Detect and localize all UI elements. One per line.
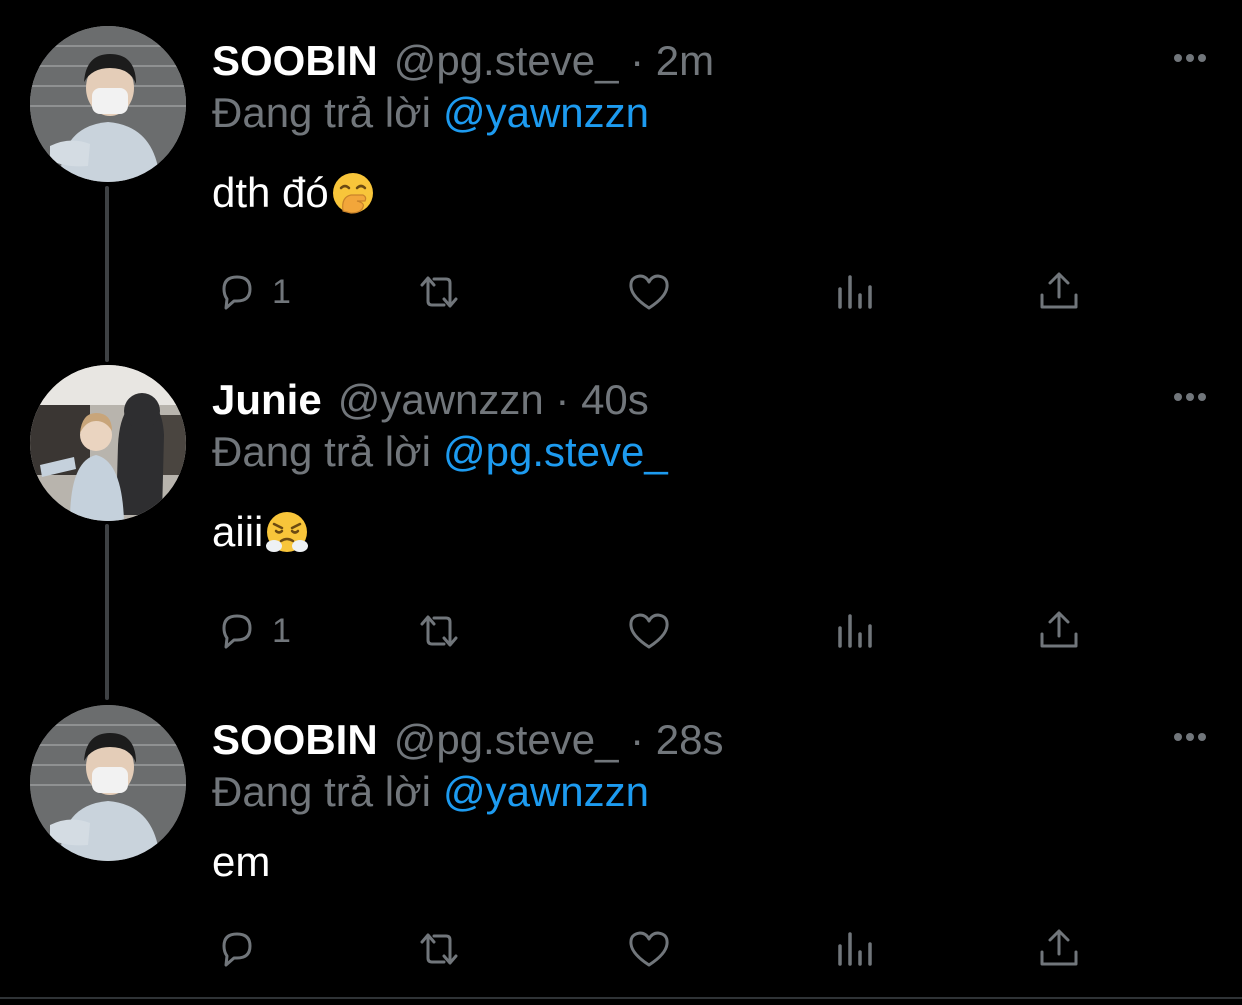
handle-and-time[interactable]: @pg.steve_ · 28s — [394, 715, 724, 765]
retweet-button[interactable] — [414, 919, 464, 979]
replying-to-line: Đang trả lời @yawnzzn — [212, 88, 649, 138]
speech-bubble-icon — [222, 932, 252, 967]
replying-to-line: Đang trả lời @yawnzzn — [212, 767, 649, 817]
bar-chart-icon — [838, 932, 872, 966]
bar-chart-icon — [838, 275, 872, 309]
tweet-actions: 1 — [212, 601, 1112, 661]
avatar[interactable] — [30, 365, 186, 521]
retweet-button[interactable] — [414, 262, 464, 322]
retweet-icon — [420, 933, 458, 965]
retweet-button[interactable] — [414, 601, 464, 661]
display-name[interactable]: SOOBIN — [212, 715, 378, 765]
like-button[interactable] — [624, 601, 674, 661]
share-button[interactable] — [1034, 601, 1084, 661]
ellipsis-icon — [1174, 733, 1206, 741]
tweet-text: em — [212, 837, 270, 887]
ellipsis-icon — [1174, 393, 1206, 401]
speech-bubble-icon — [222, 614, 252, 649]
face-with-steam-emoji — [265, 510, 309, 554]
bar-chart-icon — [838, 614, 872, 648]
reply-button[interactable]: 1 — [212, 601, 291, 661]
tweet-header: Junie @yawnzzn · 40s — [212, 375, 649, 425]
speech-bubble-icon — [222, 275, 252, 310]
reply-count: 1 — [272, 611, 291, 650]
tweet-text-content: aiii — [212, 508, 264, 555]
retweet-icon — [420, 615, 458, 647]
heart-icon — [629, 274, 669, 310]
views-button[interactable] — [830, 262, 880, 322]
mention-link[interactable]: @pg.steve_ — [443, 428, 668, 475]
more-options-button[interactable] — [1170, 725, 1210, 749]
tweet-text-content: dth đó — [212, 169, 329, 216]
views-button[interactable] — [830, 919, 880, 979]
mention-link[interactable]: @yawnzzn — [443, 768, 649, 815]
thread-connector-line — [105, 186, 109, 362]
share-upload-icon — [1040, 929, 1078, 966]
avatar[interactable] — [30, 705, 186, 861]
heart-icon — [629, 931, 669, 967]
retweet-icon — [420, 276, 458, 308]
tweet-text-content: em — [212, 838, 271, 885]
tweet-actions: 1 — [212, 262, 1112, 322]
like-button[interactable] — [624, 262, 674, 322]
tweet-text: dth đó — [212, 168, 375, 218]
heart-icon — [629, 613, 669, 649]
mention-link[interactable]: @yawnzzn — [443, 89, 649, 136]
avatar[interactable] — [30, 26, 186, 182]
replying-prefix: Đang trả lời — [212, 768, 431, 815]
tweet-header: SOOBIN @pg.steve_ · 2m — [212, 36, 714, 86]
handle-and-time[interactable]: @yawnzzn · 40s — [338, 375, 649, 425]
tweet-text: aiii — [212, 507, 309, 557]
tweet-header: SOOBIN @pg.steve_ · 28s — [212, 715, 724, 765]
hand-over-mouth-emoji — [331, 171, 375, 215]
thread-connector-line — [105, 524, 109, 700]
display-name[interactable]: Junie — [212, 375, 322, 425]
replying-to-line: Đang trả lời @pg.steve_ — [212, 427, 668, 477]
reply-count: 1 — [272, 272, 291, 311]
display-name[interactable]: SOOBIN — [212, 36, 378, 86]
share-button[interactable] — [1034, 919, 1084, 979]
bottom-divider — [0, 997, 1242, 999]
share-button[interactable] — [1034, 262, 1084, 322]
share-upload-icon — [1040, 611, 1078, 648]
handle-and-time[interactable]: @pg.steve_ · 2m — [394, 36, 714, 86]
replying-prefix: Đang trả lời — [212, 428, 431, 475]
share-upload-icon — [1040, 272, 1078, 309]
replying-prefix: Đang trả lời — [212, 89, 431, 136]
ellipsis-icon — [1174, 54, 1206, 62]
reply-button[interactable]: 1 — [212, 262, 291, 322]
reply-button[interactable] — [212, 919, 272, 979]
more-options-button[interactable] — [1170, 46, 1210, 70]
views-button[interactable] — [830, 601, 880, 661]
tweet-actions — [212, 919, 1112, 979]
like-button[interactable] — [624, 919, 674, 979]
more-options-button[interactable] — [1170, 385, 1210, 409]
